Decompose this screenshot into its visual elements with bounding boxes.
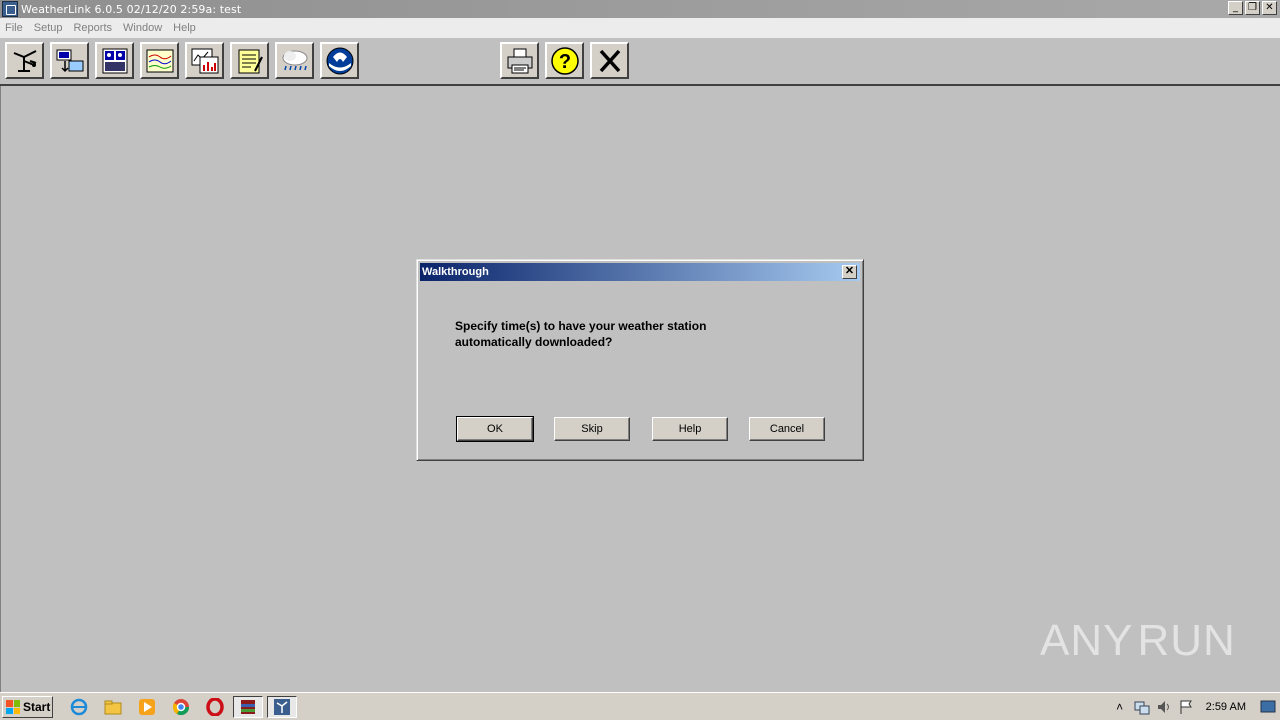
menu-window[interactable]: Window xyxy=(123,22,162,34)
notes-button[interactable] xyxy=(230,42,269,79)
watermark-left: ANY xyxy=(1040,616,1134,665)
taskbar: Start ˄ 2:59 AM xyxy=(0,692,1280,720)
network-icon[interactable] xyxy=(1134,699,1150,715)
bulletin-icon xyxy=(102,48,127,73)
print-button[interactable] xyxy=(500,42,539,79)
window-title: WeatherLink 6.0.5 02/12/20 2:59a: test xyxy=(21,2,242,16)
noaa-icon xyxy=(326,47,353,74)
station-button[interactable] xyxy=(5,42,44,79)
menu-help[interactable]: Help xyxy=(173,22,196,34)
exit-icon xyxy=(599,49,620,72)
weather-icon xyxy=(282,50,307,70)
tray-expand-icon[interactable]: ˄ xyxy=(1112,699,1128,715)
window-controls: _ ❐ ✕ xyxy=(1228,1,1277,15)
strip-chart-icon xyxy=(191,48,218,73)
notes-icon xyxy=(238,49,263,73)
ok-button[interactable]: OK xyxy=(456,416,534,442)
help-glyph: ? xyxy=(558,51,570,73)
anyrun-watermark: ANY RUN xyxy=(1040,610,1236,672)
help-button[interactable]: ? xyxy=(545,42,584,79)
weather-button[interactable] xyxy=(275,42,314,79)
strip-chart-button[interactable] xyxy=(185,42,224,79)
dialog-close-button[interactable]: ✕ xyxy=(842,265,857,279)
plot-button[interactable] xyxy=(140,42,179,79)
minimize-button[interactable]: _ xyxy=(1228,1,1243,15)
skip-button[interactable]: Skip xyxy=(554,417,630,441)
taskbar-clock[interactable]: 2:59 AM xyxy=(1206,701,1246,713)
help-dialog-button[interactable]: Help xyxy=(652,417,728,441)
action-center-flag-icon[interactable] xyxy=(1178,699,1194,715)
help-icon: ? xyxy=(550,46,579,75)
plot-icon xyxy=(146,49,173,72)
media-player-icon[interactable] xyxy=(136,697,158,717)
start-button[interactable]: Start xyxy=(2,696,53,718)
dialog-titlebar: Walkthrough ✕ xyxy=(420,263,860,281)
opera-icon[interactable] xyxy=(204,697,226,717)
weatherlink-task-icon xyxy=(274,699,290,715)
station-icon xyxy=(13,49,36,72)
menu-bar: File Setup Reports Window Help xyxy=(0,18,1280,38)
window-titlebar: WeatherLink 6.0.5 02/12/20 2:59a: test _… xyxy=(0,0,1280,18)
volume-icon[interactable] xyxy=(1156,699,1172,715)
taskbar-app-1[interactable] xyxy=(233,696,263,718)
explorer-icon[interactable] xyxy=(102,697,124,717)
walkthrough-dialog: Walkthrough ✕ Specify time(s) to have yo… xyxy=(416,259,864,461)
dialog-title: Walkthrough xyxy=(422,266,489,278)
chrome-icon[interactable] xyxy=(170,697,192,717)
start-label: Start xyxy=(23,700,51,714)
menu-setup[interactable]: Setup xyxy=(34,22,63,34)
app-icon[interactable] xyxy=(2,1,18,17)
download-button[interactable] xyxy=(50,42,89,79)
cancel-button[interactable]: Cancel xyxy=(749,417,825,441)
bulletin-button[interactable] xyxy=(95,42,134,79)
print-icon xyxy=(507,48,532,73)
winrar-icon xyxy=(241,700,255,714)
taskbar-weatherlink[interactable] xyxy=(267,696,297,718)
exit-button[interactable] xyxy=(590,42,629,79)
watermark-right: RUN xyxy=(1137,616,1236,665)
ie-icon[interactable] xyxy=(68,697,90,717)
menu-file[interactable]: File xyxy=(5,22,23,34)
download-icon xyxy=(56,49,83,72)
windows-logo-icon xyxy=(6,700,20,714)
show-desktop-icon[interactable] xyxy=(1260,699,1276,715)
menu-reports[interactable]: Reports xyxy=(73,22,112,34)
noaa-button[interactable] xyxy=(320,42,359,79)
toolbar: ? xyxy=(0,38,1280,86)
restore-button[interactable]: ❐ xyxy=(1245,1,1260,15)
system-tray: ˄ 2:59 AM xyxy=(1106,696,1280,718)
close-button[interactable]: ✕ xyxy=(1262,1,1277,15)
dialog-message: Specify time(s) to have your weather sta… xyxy=(455,319,707,349)
